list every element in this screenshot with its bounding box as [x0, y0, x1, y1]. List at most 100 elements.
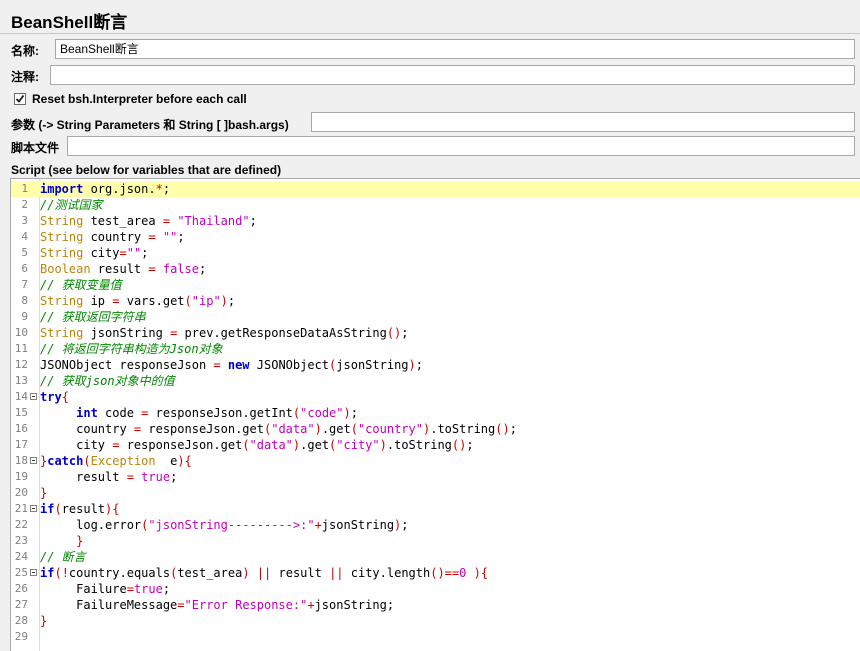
code-token: // 获取变量值	[40, 278, 122, 292]
line-number: 25	[14, 566, 28, 579]
code-line[interactable]: 21 if(result){	[11, 501, 860, 517]
code-token: *	[155, 182, 163, 196]
code-text: if(!country.equals(test_area) || result …	[40, 565, 488, 581]
fold-toggle-icon[interactable]	[30, 569, 37, 576]
code-line[interactable]: 29	[11, 629, 860, 645]
fold-toggle-icon[interactable]	[30, 457, 37, 464]
line-number: 9	[21, 310, 28, 323]
name-field[interactable]: BeanShell断言	[55, 39, 855, 59]
code-token: {	[112, 502, 120, 516]
code-token: // 将返回字符串构造为Json对象	[40, 342, 223, 356]
code-token: =	[119, 246, 127, 260]
code-line[interactable]: 14 try{	[11, 389, 860, 405]
code-token: "ip"	[191, 294, 221, 308]
code-token: {	[61, 390, 69, 404]
script-editor[interactable]: 1 import org.json.*; 2 //测试国家 3 String test_a…	[10, 178, 860, 651]
code-token: =	[148, 262, 156, 276]
code-line[interactable]: 1 import org.json.*;	[11, 181, 860, 197]
line-number: 21	[14, 502, 28, 515]
code-line[interactable]: 10 String jsonString = prev.getResponseDa…	[11, 325, 860, 341]
code-token: )	[408, 358, 416, 372]
code-token: =	[213, 358, 221, 372]
code-token: country.equals	[68, 566, 171, 580]
code-token: )	[177, 454, 185, 468]
code-line[interactable]: 17 city = responseJson.get("data").get("…	[11, 437, 860, 453]
parameters-field[interactable]	[311, 112, 855, 132]
code-token: if	[40, 566, 55, 580]
code-text: // 获取json对象中的值	[40, 373, 175, 389]
code-token: "Thailand"	[177, 214, 250, 228]
code-line[interactable]: 8 String ip = vars.get("ip");	[11, 293, 860, 309]
code-line[interactable]: 23 }	[11, 533, 860, 549]
code-text: String ip = vars.get("ip");	[40, 293, 235, 309]
code-line[interactable]: 16 country = responseJson.get("data").ge…	[11, 421, 860, 437]
code-token: "data"	[249, 438, 293, 452]
code-line[interactable]: 13 // 获取json对象中的值	[11, 373, 860, 389]
reset-interpreter-checkbox[interactable]	[14, 93, 26, 105]
code-token: }	[40, 486, 48, 500]
code-text: city = responseJson.get("data").get("cit…	[40, 437, 473, 453]
fold-toggle-icon[interactable]	[30, 505, 37, 512]
code-token: }	[76, 534, 84, 548]
code-token: try	[40, 390, 62, 404]
line-number: 17	[14, 438, 28, 451]
script-file-field[interactable]	[67, 136, 855, 156]
code-line[interactable]: 19 result = true;	[11, 469, 860, 485]
line-number: 23	[14, 534, 28, 547]
code-line[interactable]: 12 JSONObject responseJson = new JSONObje…	[11, 357, 860, 373]
code-token: +	[307, 598, 315, 612]
code-token: ip	[83, 294, 113, 308]
code-token: Boolean	[40, 262, 91, 276]
code-line[interactable]: 20}	[11, 485, 860, 501]
code-text: JSONObject responseJson = new JSONObject…	[40, 357, 423, 373]
code-token: ;	[170, 470, 178, 484]
code-line[interactable]: 24 // 断言	[11, 549, 860, 565]
code-line[interactable]: 2 //测试国家	[11, 197, 860, 213]
code-line[interactable]: 4 String country = "";	[11, 229, 860, 245]
code-text: }catch(Exception e){	[40, 453, 192, 469]
code-token: responseJson.get	[141, 422, 264, 436]
code-line[interactable]: 6 Boolean result = false;	[11, 261, 860, 277]
line-number: 29	[14, 630, 28, 643]
code-token: =	[126, 582, 134, 596]
code-line[interactable]: 7 // 获取变量值	[11, 277, 860, 293]
code-token: ;	[509, 422, 517, 436]
line-number: 16	[14, 422, 28, 435]
code-token: .get	[321, 422, 351, 436]
code-line[interactable]: 3 String test_area = "Thailand";	[11, 213, 860, 229]
code-line[interactable]: 28}	[11, 613, 860, 629]
line-number: 11	[14, 342, 28, 355]
line-number: 24	[14, 550, 28, 563]
line-number: 1	[21, 182, 28, 195]
code-line[interactable]: 26 Failure=true;	[11, 581, 860, 597]
code-line[interactable]: 25 if(!country.equals(test_area) || resul…	[11, 565, 860, 581]
line-number: 27	[14, 598, 28, 611]
code-token: String	[40, 230, 84, 244]
code-text: log.error("jsonString--------->:"+jsonSt…	[40, 517, 408, 533]
code-line[interactable]: 18}catch(Exception e){	[11, 453, 860, 469]
code-text: //测试国家	[40, 197, 102, 213]
code-line[interactable]: 22 log.error("jsonString--------->:"+jso…	[11, 517, 860, 533]
comment-field[interactable]	[50, 65, 855, 85]
code-token: {	[480, 566, 489, 580]
code-token: (	[242, 438, 250, 452]
code-token: "jsonString--------->:"	[148, 518, 315, 532]
title-separator	[0, 33, 860, 34]
code-line[interactable]: 27 FailureMessage="Error Response:"+json…	[11, 597, 860, 613]
code-line[interactable]: 9 // 获取返回字符串	[11, 309, 860, 325]
fold-toggle-icon[interactable]	[30, 393, 37, 400]
code-line[interactable]: 5 String city="";	[11, 245, 860, 261]
code-token: jsonString	[83, 326, 171, 340]
code-line[interactable]: 15 int code = responseJson.getInt("code"…	[11, 405, 860, 421]
code-token: )	[379, 438, 387, 452]
code-token: .get	[300, 438, 330, 452]
code-token: result	[61, 502, 106, 516]
code-token: =	[162, 214, 171, 228]
code-line[interactable]: 11 // 将返回字符串构造为Json对象	[11, 341, 860, 357]
code-text: int code = responseJson.getInt("code");	[40, 405, 358, 421]
code-token: catch	[47, 454, 84, 468]
code-text: String jsonString = prev.getResponseData…	[40, 325, 409, 341]
code-token: ;	[162, 182, 171, 196]
code-token: true	[133, 582, 163, 596]
